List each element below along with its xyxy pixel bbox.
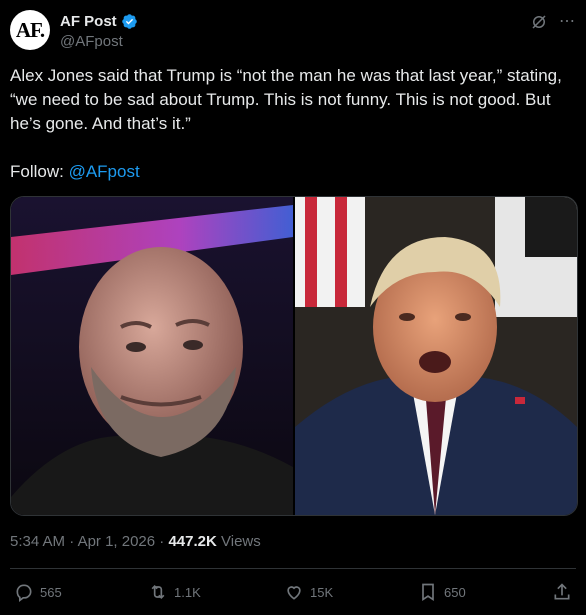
grok-icon[interactable]: [530, 13, 548, 31]
reply-icon: [16, 584, 32, 602]
repost-count: 1.1K: [174, 584, 201, 600]
meta-separator: ·: [69, 533, 75, 550]
repost-icon: [151, 584, 165, 600]
views-label: Views: [221, 533, 261, 550]
reply-button[interactable]: 565: [14, 582, 62, 602]
verified-icon: [121, 13, 137, 29]
author-display-name-row[interactable]: AF Post: [60, 11, 138, 31]
follow-prefix: Follow:: [10, 162, 69, 181]
tweet-body: Alex Jones said that Trump is “not the m…: [10, 66, 567, 133]
like-button[interactable]: 15K: [284, 582, 333, 602]
avatar[interactable]: AF.: [10, 10, 50, 50]
author-display-name[interactable]: AF Post: [60, 13, 117, 30]
tweet-time[interactable]: 5:34 AM: [10, 533, 65, 550]
photo-alex-jones[interactable]: [11, 197, 293, 515]
bookmark-button[interactable]: 650: [418, 582, 466, 602]
action-bar: 565 1.1K 15K 650: [14, 582, 576, 606]
meta-separator: ·: [159, 533, 165, 550]
tweet-meta: 5:34 AM · Apr 1, 2026 · 447.2K Views: [10, 533, 261, 550]
like-count: 15K: [310, 584, 334, 600]
bookmark-count: 650: [444, 584, 466, 600]
tweet-header: AF. AF Post @AFpost ⋯: [10, 10, 576, 52]
divider: [10, 568, 576, 569]
like-icon: [287, 586, 301, 600]
donald-trump-photo-illustration: [295, 197, 577, 515]
photo-donald-trump[interactable]: [295, 197, 577, 515]
views-count: 447.2K: [168, 533, 217, 550]
tweet-date[interactable]: Apr 1, 2026: [78, 533, 156, 550]
author-names: AF Post @AFpost: [60, 11, 138, 50]
share-icon: [554, 583, 570, 600]
more-icon[interactable]: ⋯: [558, 13, 576, 31]
reply-count: 565: [40, 584, 62, 600]
repost-button[interactable]: 1.1K: [148, 582, 201, 602]
tweet-text: Alex Jones said that Trump is “not the m…: [10, 64, 570, 184]
author-handle[interactable]: @AFpost: [60, 33, 138, 50]
media-grid[interactable]: [10, 196, 578, 516]
share-button[interactable]: [552, 582, 572, 602]
follow-mention-link[interactable]: @AFpost: [69, 162, 140, 181]
bookmark-icon: [422, 583, 434, 602]
alex-jones-photo-illustration: [11, 197, 293, 515]
